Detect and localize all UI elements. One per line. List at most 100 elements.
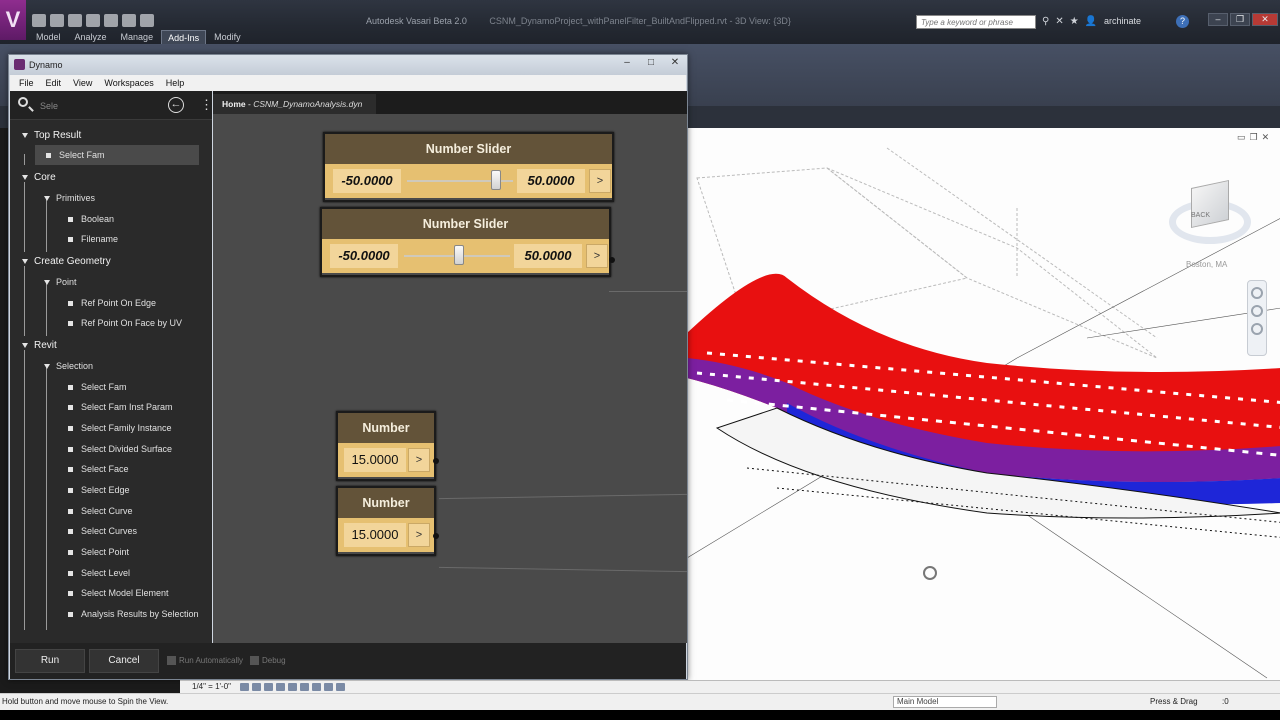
navigation-bar[interactable] [1247,280,1267,356]
library-item[interactable]: Select Face [68,459,129,479]
slider-min-value[interactable]: -50.0000 [330,244,398,268]
reveal-hidden-icon[interactable] [336,683,345,691]
graph-canvas[interactable]: Number Slider -50.0000 50.0000 > Number … [213,114,687,643]
slider-thumb[interactable] [491,170,502,190]
cancel-button[interactable]: Cancel [89,649,159,673]
menu-workspaces[interactable]: Workspaces [98,75,159,91]
lock-view-icon[interactable] [312,683,321,691]
undo-icon[interactable] [68,14,82,27]
redo-icon[interactable] [86,14,100,27]
steering-wheel-icon[interactable] [1251,287,1263,299]
library-item[interactable]: Select Fam [68,377,127,397]
run-automatically-checkbox[interactable]: Run Automatically [167,656,243,665]
minimize-icon[interactable]: ▭ [1237,132,1246,143]
zoom-icon[interactable] [1251,305,1263,317]
number-slider-node[interactable]: Number Slider -50.0000 50.0000 > [323,132,614,202]
menu-edit[interactable]: Edit [40,75,68,91]
output-port[interactable] [433,533,439,539]
expand-triangle-icon[interactable] [22,258,28,264]
number-value[interactable]: 15.0000 [344,448,406,472]
tab-analyze[interactable]: Analyze [69,30,113,45]
menu-help[interactable]: Help [160,75,191,91]
show-crop-icon[interactable] [300,683,309,691]
menu-file[interactable]: File [13,75,40,91]
menu-view[interactable]: View [67,75,98,91]
exchange-icon[interactable]: ✕ [1055,16,1063,27]
orbit-icon[interactable] [1251,323,1263,335]
maximize-icon[interactable]: □ [641,57,661,70]
viewcube-cube[interactable] [1191,179,1229,229]
detail-level-icon[interactable] [240,683,249,691]
back-arrow-icon[interactable]: ← [168,97,184,113]
library-item[interactable]: Select Divided Surface [68,439,172,459]
expand-slider-button[interactable]: > [589,169,611,193]
sun-path-icon[interactable] [264,683,273,691]
library-item[interactable]: Select Level [68,563,130,583]
library-item[interactable]: Select Family Instance [68,418,172,438]
library-item[interactable]: Select Edge [68,480,130,500]
tab-add-ins[interactable]: Add-Ins [161,30,207,45]
slider-thumb[interactable] [454,245,465,265]
top-result-item[interactable]: Select Fam [35,145,199,165]
number-node[interactable]: Number 15.0000 > [336,411,439,481]
tab-model[interactable]: Model [30,30,67,45]
help-icon[interactable]: ? [1176,15,1189,28]
slider-min-value[interactable]: -50.0000 [333,169,401,193]
tab-home-workspace[interactable]: Home - CSNM_DynamoAnalysis.dyn [213,94,377,114]
output-port[interactable] [433,458,439,464]
tab-modify[interactable]: Modify [208,30,247,45]
expand-triangle-icon[interactable] [44,279,50,285]
expand-slider-button[interactable]: > [586,244,608,268]
model-selector[interactable]: Main Model [893,696,997,708]
close-icon[interactable]: ✕ [665,57,685,70]
viewcube[interactable]: BACK [1169,178,1251,248]
crop-view-icon[interactable] [288,683,297,691]
tab-manage[interactable]: Manage [115,30,160,45]
press-drag-toggle[interactable]: Press & Drag [1150,697,1198,706]
category-core[interactable]: Core [22,167,56,187]
expand-triangle-icon[interactable] [44,195,50,201]
user-name[interactable]: archinate [1104,16,1141,26]
slider-max-value[interactable]: 50.0000 [517,169,585,193]
expand-number-button[interactable]: > [408,523,430,547]
restore-icon[interactable]: ❐ [1250,132,1258,143]
category-create-geometry[interactable]: Create Geometry [22,251,111,271]
restore-icon[interactable]: ❐ [1230,13,1250,26]
subcategory-primitives[interactable]: Primitives [44,188,95,208]
expand-triangle-icon[interactable] [22,174,28,180]
search-icon[interactable] [18,97,28,107]
vasari-logo[interactable]: V [0,0,26,40]
user-icon[interactable]: 👤 [1085,16,1097,27]
subcategory-selection[interactable]: Selection [44,356,93,376]
library-item[interactable]: Select Model Element [68,583,169,603]
print-icon[interactable] [122,14,136,27]
checkbox-icon[interactable] [167,656,176,665]
expand-triangle-icon[interactable] [44,363,50,369]
library-item[interactable]: Select Point [68,542,129,562]
dynamo-title-bar[interactable]: Dynamo – □ ✕ [9,55,687,75]
library-item[interactable]: Select Curve [68,501,133,521]
library-item[interactable]: Select Curves [68,521,137,541]
binoculars-icon[interactable]: ⚲ [1042,16,1049,27]
checkbox-icon[interactable] [250,656,259,665]
library-item[interactable]: Ref Point On Edge [68,293,156,313]
hide-isolate-icon[interactable] [324,683,333,691]
number-node[interactable]: Number 15.0000 > [336,486,439,556]
minimize-icon[interactable]: – [1208,13,1228,26]
open-icon[interactable] [32,14,46,27]
measure-icon[interactable] [140,14,154,27]
library-search-input[interactable] [40,98,160,114]
run-button[interactable]: Run [15,649,85,673]
debug-checkbox[interactable]: Debug [250,656,286,665]
star-icon[interactable]: ★ [1070,16,1079,27]
help-search-input[interactable] [916,15,1036,29]
view-scale[interactable]: 1/4" = 1'-0" [192,682,231,691]
subcategory-point[interactable]: Point [44,272,77,292]
more-options-icon[interactable]: ⋮ [200,97,213,113]
category-top-result[interactable]: Top Result [22,125,81,145]
slider-max-value[interactable]: 50.0000 [514,244,582,268]
minimize-icon[interactable]: – [617,57,637,70]
close-icon[interactable]: ✕ [1252,13,1278,26]
output-port[interactable] [609,257,615,263]
expand-number-button[interactable]: > [408,448,430,472]
